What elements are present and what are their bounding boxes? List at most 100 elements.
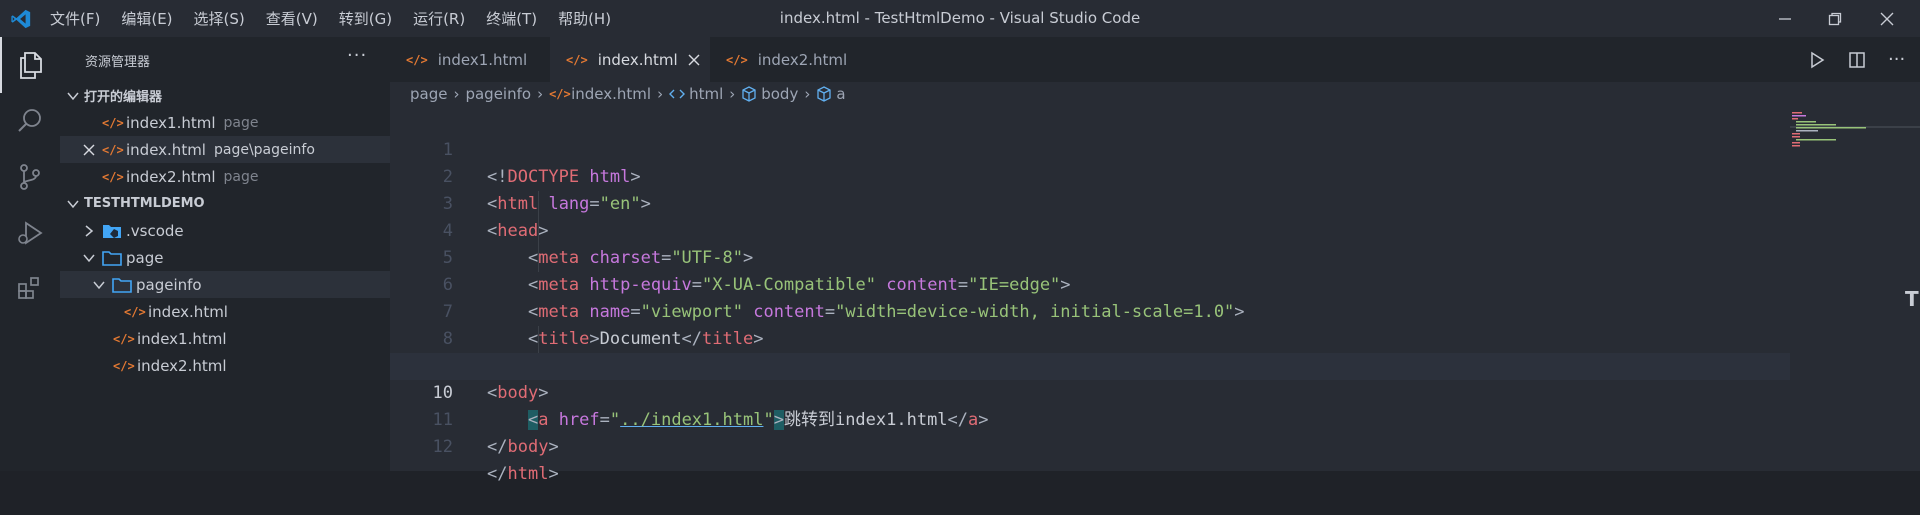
code-line: 7 <title>Document</title> <box>390 272 1790 349</box>
minimize-button[interactable] <box>1760 0 1810 37</box>
menu-selection[interactable]: 选择(S) <box>194 8 245 29</box>
tab-index2[interactable]: </> index2.html <box>710 37 870 82</box>
breadcrumb-item[interactable]: page <box>410 85 447 103</box>
project-section[interactable]: TESTHTMLDEMO <box>60 190 390 217</box>
project-title: TESTHTMLDEMO <box>84 196 205 211</box>
explorer-sidebar: 资源管理器 ··· 打开的编辑器 </> index1.html page </… <box>60 37 390 471</box>
open-editor-path: page <box>223 114 259 131</box>
extensions-button[interactable] <box>0 261 60 317</box>
explorer-button[interactable] <box>0 37 60 93</box>
tab-index[interactable]: </> index.html <box>550 37 710 82</box>
chevron-right-icon: › <box>537 85 544 103</box>
open-editor-name: index2.html <box>126 167 216 186</box>
more-actions-icon[interactable]: ··· <box>1888 49 1905 70</box>
tree-item-file[interactable]: </> index1.html <box>60 325 390 352</box>
search-button[interactable] <box>0 93 60 149</box>
tree-item-label: index1.html <box>137 329 227 348</box>
search-icon <box>18 109 41 132</box>
tree-item-vscode[interactable]: .vscode <box>60 217 390 244</box>
chevron-right-icon: › <box>729 85 736 103</box>
html-file-icon: </> <box>406 52 428 67</box>
source-control-button[interactable] <box>0 149 60 205</box>
code-line: 3 <head> <box>390 164 1790 241</box>
html-file-icon: </> <box>566 52 588 67</box>
chevron-down-icon <box>83 254 95 262</box>
code-line: 8 </head> <box>390 299 1790 376</box>
line-text: </body> <box>487 437 559 457</box>
html-file-icon: </> <box>102 115 124 130</box>
minimap-preview <box>1790 112 1920 147</box>
open-editor-path: page\pageinfo <box>213 141 315 158</box>
open-editor-item[interactable]: </> index1.html page <box>60 109 390 136</box>
code-line: 9 <body> <box>390 326 1790 403</box>
menu-go[interactable]: 转到(G) <box>339 8 392 29</box>
code-line-current: 10 <a href="../index1.html">跳转到index1.ht… <box>390 353 1790 430</box>
title-bar: 文件(F) 编辑(E) 选择(S) 查看(V) 转到(G) 运行(R) 终端(T… <box>0 0 1920 37</box>
open-editor-name: index1.html <box>126 113 216 132</box>
tree-item-page[interactable]: page <box>60 244 390 271</box>
run-icon[interactable] <box>1808 51 1826 69</box>
breadcrumb-item[interactable]: html <box>689 85 723 103</box>
tree-item-label: pageinfo <box>136 275 202 294</box>
tree-item-file[interactable]: </> index.html <box>60 298 390 325</box>
line-text: </html> <box>487 464 559 484</box>
menu-bar: 文件(F) 编辑(E) 选择(S) 查看(V) 转到(G) 运行(R) 终端(T… <box>50 0 632 37</box>
tab-label: index.html <box>597 50 678 69</box>
code-line: 5 <meta http-equiv="X-UA-Compatible" con… <box>390 218 1790 295</box>
split-editor-icon[interactable] <box>1848 51 1866 69</box>
close-window-button[interactable] <box>1862 0 1912 37</box>
chevron-down-icon <box>93 281 105 289</box>
minimap[interactable] <box>1790 110 1920 471</box>
chevron-right-icon <box>85 224 94 237</box>
menu-run[interactable]: 运行(R) <box>413 8 465 29</box>
menu-help[interactable]: 帮助(H) <box>558 8 611 29</box>
scrollbar-marker[interactable]: T <box>1905 287 1919 311</box>
vscode-folder-icon <box>103 224 121 238</box>
open-editor-path: page <box>223 168 259 185</box>
code-line: 1 <!DOCTYPE html> <box>390 110 1790 187</box>
html-file-icon: </> <box>102 142 124 157</box>
run-debug-button[interactable] <box>0 205 60 261</box>
breadcrumb-item[interactable]: body <box>761 85 798 103</box>
open-editor-name: index.html <box>126 140 206 159</box>
code-line: 2 <html lang="en"> <box>390 137 1790 214</box>
symbol-cube-icon <box>817 86 831 102</box>
html-file-icon: </> <box>113 358 135 373</box>
run-debug-icon <box>18 221 43 245</box>
menu-view[interactable]: 查看(V) <box>266 8 318 29</box>
close-tab-icon[interactable] <box>688 54 700 66</box>
tree-item-file[interactable]: </> index2.html <box>60 352 390 379</box>
tree-item-label: index.html <box>148 302 228 321</box>
html-file-icon: </> <box>102 169 124 184</box>
vscode-logo-icon <box>11 9 31 29</box>
breadcrumb-item[interactable]: index.html <box>571 85 651 103</box>
code-line: 6 <meta name="viewport" content="width=d… <box>390 245 1790 322</box>
tree-item-label: page <box>126 248 164 267</box>
more-actions-icon[interactable]: ··· <box>347 45 367 66</box>
open-editor-item[interactable]: </> index2.html page <box>60 163 390 190</box>
editor-area: </> index1.html </> index.html </> index… <box>390 37 1920 484</box>
open-editor-item[interactable]: </> index.html page\pageinfo <box>60 136 390 163</box>
html-file-icon: </> <box>549 87 571 101</box>
html-file-icon: </> <box>726 52 748 67</box>
tab-index1[interactable]: </> index1.html <box>390 37 550 82</box>
restore-button[interactable] <box>1810 0 1860 37</box>
extensions-icon <box>18 277 39 299</box>
chevron-right-icon: › <box>804 85 811 103</box>
breadcrumb-item[interactable]: pageinfo <box>465 85 531 103</box>
tab-label: index1.html <box>437 50 528 69</box>
breadcrumb-item[interactable]: a <box>836 85 845 103</box>
html-file-icon: </> <box>124 304 146 319</box>
restore-icon <box>1828 12 1842 25</box>
tree-item-pageinfo[interactable]: pageinfo <box>60 271 390 298</box>
symbol-cube-icon <box>742 86 756 102</box>
symbol-tag-icon <box>669 89 686 99</box>
open-editors-section[interactable]: 打开的编辑器 <box>60 82 390 109</box>
close-editor-icon[interactable] <box>82 143 96 157</box>
tab-label: index2.html <box>757 50 848 69</box>
menu-terminal[interactable]: 终端(T) <box>486 8 537 29</box>
minimize-icon <box>1779 17 1791 20</box>
menu-file[interactable]: 文件(F) <box>50 8 100 29</box>
menu-edit[interactable]: 编辑(E) <box>121 8 172 29</box>
chevron-down-icon <box>67 92 79 100</box>
